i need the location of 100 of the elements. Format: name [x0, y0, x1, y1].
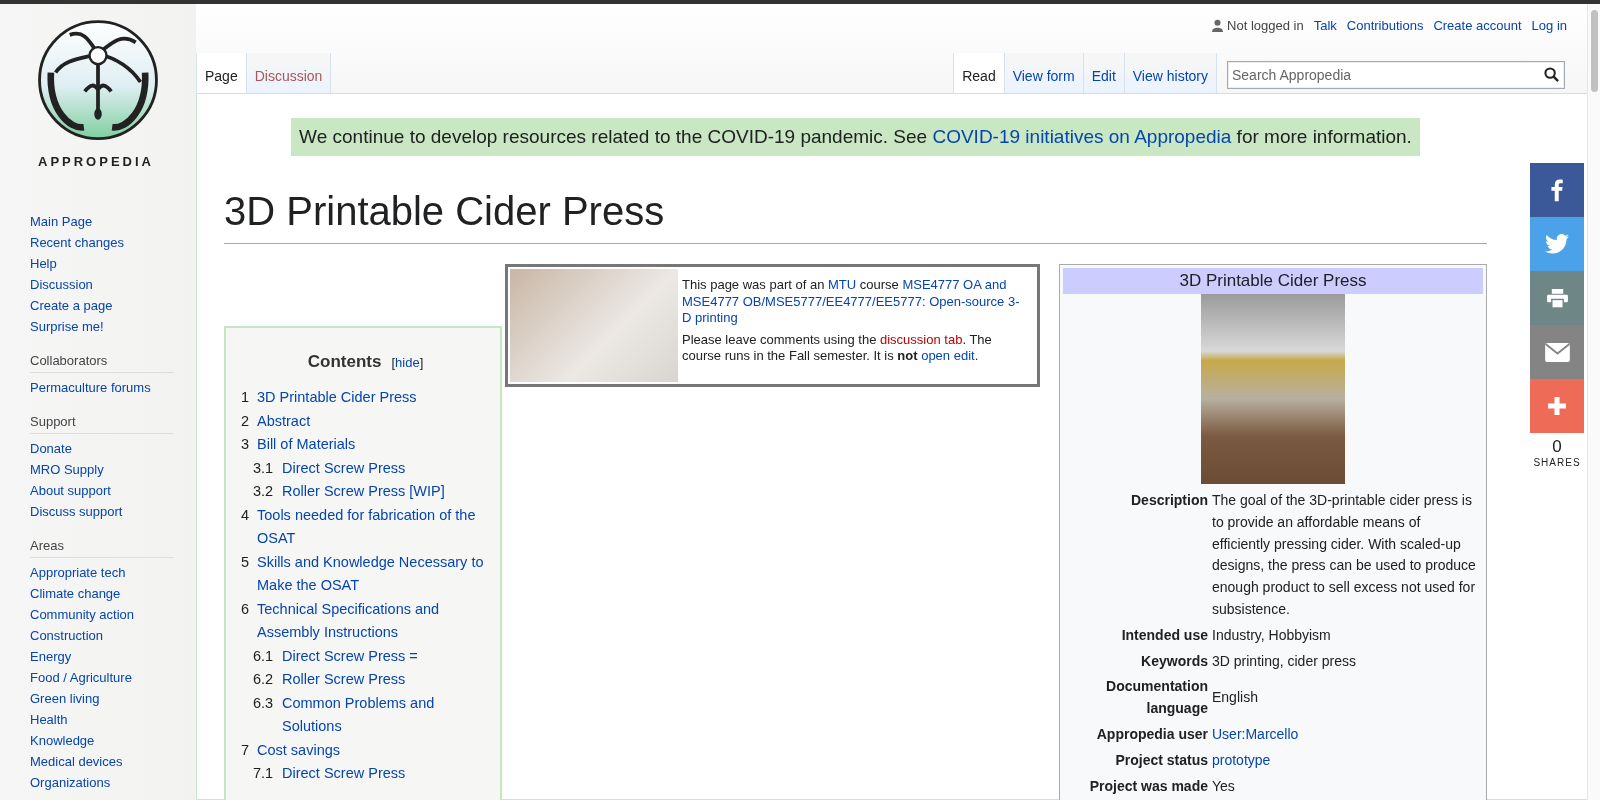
account-link[interactable]: Create account — [1433, 18, 1522, 33]
infobox-label: Project was made — [1088, 776, 1208, 796]
toc-link[interactable]: Direct Screw Press — [282, 762, 406, 786]
toc-link[interactable]: Cost savings — [257, 738, 340, 762]
toc-number: 4 — [241, 505, 251, 525]
view-tab[interactable]: View form — [1003, 53, 1083, 93]
sidebar-link[interactable]: Appropriate tech — [30, 562, 174, 583]
toc-number: 6.2 — [253, 670, 275, 689]
sidebar-link[interactable]: Green living — [30, 688, 174, 709]
toc-number: 7.1 — [253, 764, 275, 783]
sidebar-link[interactable]: Food / Agriculture — [30, 667, 174, 688]
share-label: SHARES — [1533, 457, 1581, 468]
toc-number: 3.1 — [253, 458, 275, 478]
sidebar-link[interactable]: Donate — [30, 438, 174, 459]
page-title: 3D Printable Cider Press — [224, 187, 1487, 244]
toc-number: 3 — [241, 435, 251, 454]
facebook-icon — [1551, 178, 1563, 202]
toc-link[interactable]: Tools needed for fabrication of the OSAT — [257, 503, 490, 551]
sidebar-link[interactable]: Organizations — [30, 772, 174, 793]
infobox-label: Description — [1130, 491, 1208, 510]
text-link[interactable]: D printing — [682, 310, 738, 325]
toc-number: 6.1 — [253, 646, 275, 666]
toc-number: 3.2 — [253, 482, 275, 501]
share-button[interactable] — [1530, 271, 1584, 325]
account-link[interactable]: Talk — [1313, 18, 1337, 33]
view-tab[interactable]: Read — [953, 53, 1004, 93]
sidebar-heading: Support — [30, 414, 174, 434]
sidebar-link[interactable]: Community action — [30, 604, 174, 625]
view-tab[interactable]: View history — [1123, 53, 1217, 93]
notice-banner: We continue to develop resources related to the COVID-19 pandemic. See COVID-19 initiatives on Appropedia for more information. — [291, 118, 1420, 156]
page-tab[interactable]: Discussion — [245, 53, 332, 93]
share-button[interactable] — [1530, 379, 1584, 433]
sidebar-link[interactable]: Permaculture forums — [30, 377, 174, 398]
sidebar-link[interactable]: Create a page — [30, 295, 174, 316]
logo[interactable]: APPROPEDIA — [30, 4, 170, 169]
toc-number: 2 — [241, 411, 251, 431]
user-icon — [1212, 19, 1224, 32]
toc-link[interactable]: Roller Screw Press — [282, 668, 406, 692]
scrollbar[interactable] — [1587, 4, 1600, 800]
search-icon[interactable] — [1544, 67, 1559, 82]
sidebar-link[interactable]: Construction — [30, 625, 174, 646]
envelope-icon — [1544, 342, 1570, 362]
share-count: 0 — [1552, 437, 1562, 457]
bird-icon — [1545, 234, 1569, 254]
toc-number: 5 — [241, 552, 251, 572]
toc-title: Contents — [307, 352, 382, 371]
infobox-value: The goal of the 3D-printable cider press is to provide an affordable means of efficiently pressing cider. With scaled-up designs, the press can be used to produce enough product to sell excess not used for subsistence. — [1212, 491, 1477, 619]
sidebar-link[interactable]: Discussion — [30, 274, 174, 295]
infobox-value: 3D printing, cider press — [1212, 651, 1357, 671]
infobox-value: Yes — [1212, 776, 1236, 796]
sidebar-link[interactable]: Health — [30, 709, 174, 730]
sidebar-link[interactable]: Recent changes — [30, 232, 174, 253]
sidebar-link[interactable]: Surprise me! — [30, 316, 174, 337]
account-link[interactable]: Log in — [1531, 18, 1567, 33]
toc-number: 6.3 — [253, 693, 275, 713]
toc-number: 1 — [241, 388, 251, 407]
notice-paragraph: This page was part of an MTU course MSE4777 OA and MSE4777 OB/MSE5777/EE4777/EE5777: Open-source 3- D printing — [682, 277, 1021, 327]
toc-hide-link[interactable]: [hide] — [391, 355, 424, 370]
infobox-link[interactable]: User:Marcello — [1212, 721, 1478, 748]
toc-link[interactable]: Abstract — [257, 409, 311, 433]
sidebar-link[interactable]: Medical devices — [30, 751, 174, 772]
printer-icon — [1546, 288, 1568, 308]
share-button[interactable] — [1530, 163, 1584, 217]
plus-icon — [1548, 397, 1566, 415]
infobox-label: Documentation language — [1105, 677, 1208, 719]
toc-link[interactable]: Direct Screw Press — [282, 456, 406, 480]
toc-link[interactable]: Common Problems and Solutions — [282, 691, 490, 739]
toc-link[interactable]: Technical Specifications and Assembly Instructions — [257, 597, 490, 645]
sidebar-link[interactable]: Help — [30, 253, 174, 274]
text-link[interactable]: MSE4777 OA and — [902, 277, 1007, 292]
page-tab[interactable]: Page — [196, 53, 246, 93]
toc-link[interactable]: Skills and Knowledge Necessary to Make the OSAT — [257, 550, 490, 598]
text-link[interactable]: COVID-19 initiatives on Appropedia — [932, 126, 1232, 147]
login-status: Not logged in — [1227, 18, 1304, 33]
sidebar-heading: Areas — [30, 538, 174, 558]
text-link[interactable]: MSE4777 OB/MSE5777/EE4777/EE5777: Open-source 3- — [682, 293, 1020, 309]
sidebar-link[interactable]: About support — [30, 480, 174, 501]
infobox-label: Intended use — [1120, 625, 1208, 645]
sidebar-heading: Collaborators — [30, 353, 174, 373]
toc-number: 7 — [241, 740, 251, 760]
toc-link[interactable]: Roller Screw Press [WIP] — [282, 480, 445, 504]
sidebar-link[interactable]: Knowledge — [30, 730, 174, 751]
toc-number: 6 — [241, 599, 251, 619]
sidebar-link[interactable]: Discuss support — [30, 501, 174, 522]
sidebar-link[interactable]: Energy — [30, 646, 174, 667]
toc-link[interactable]: Direct Screw Press = — [282, 644, 418, 668]
search-field[interactable]: Search Appropedia — [1227, 61, 1565, 89]
toc-link[interactable]: Bill of Materials — [257, 433, 356, 457]
infobox-link[interactable]: prototype — [1212, 747, 1478, 774]
sidebar-link[interactable]: Main Page — [30, 211, 174, 232]
logo-wordmark: APPROPEDIA — [38, 154, 154, 169]
share-button[interactable] — [1530, 325, 1584, 379]
sidebar-link[interactable]: Climate change — [30, 583, 174, 604]
infobox-value: English — [1212, 688, 1259, 708]
view-tab[interactable]: Edit — [1082, 53, 1124, 93]
text-link[interactable]: MTU — [828, 277, 857, 292]
toc-link[interactable]: 3D Printable Cider Press — [257, 386, 417, 410]
sidebar-link[interactable]: MRO Supply — [30, 459, 174, 480]
account-link[interactable]: Contributions — [1346, 18, 1424, 33]
text-link[interactable]: open edit — [921, 348, 975, 363]
